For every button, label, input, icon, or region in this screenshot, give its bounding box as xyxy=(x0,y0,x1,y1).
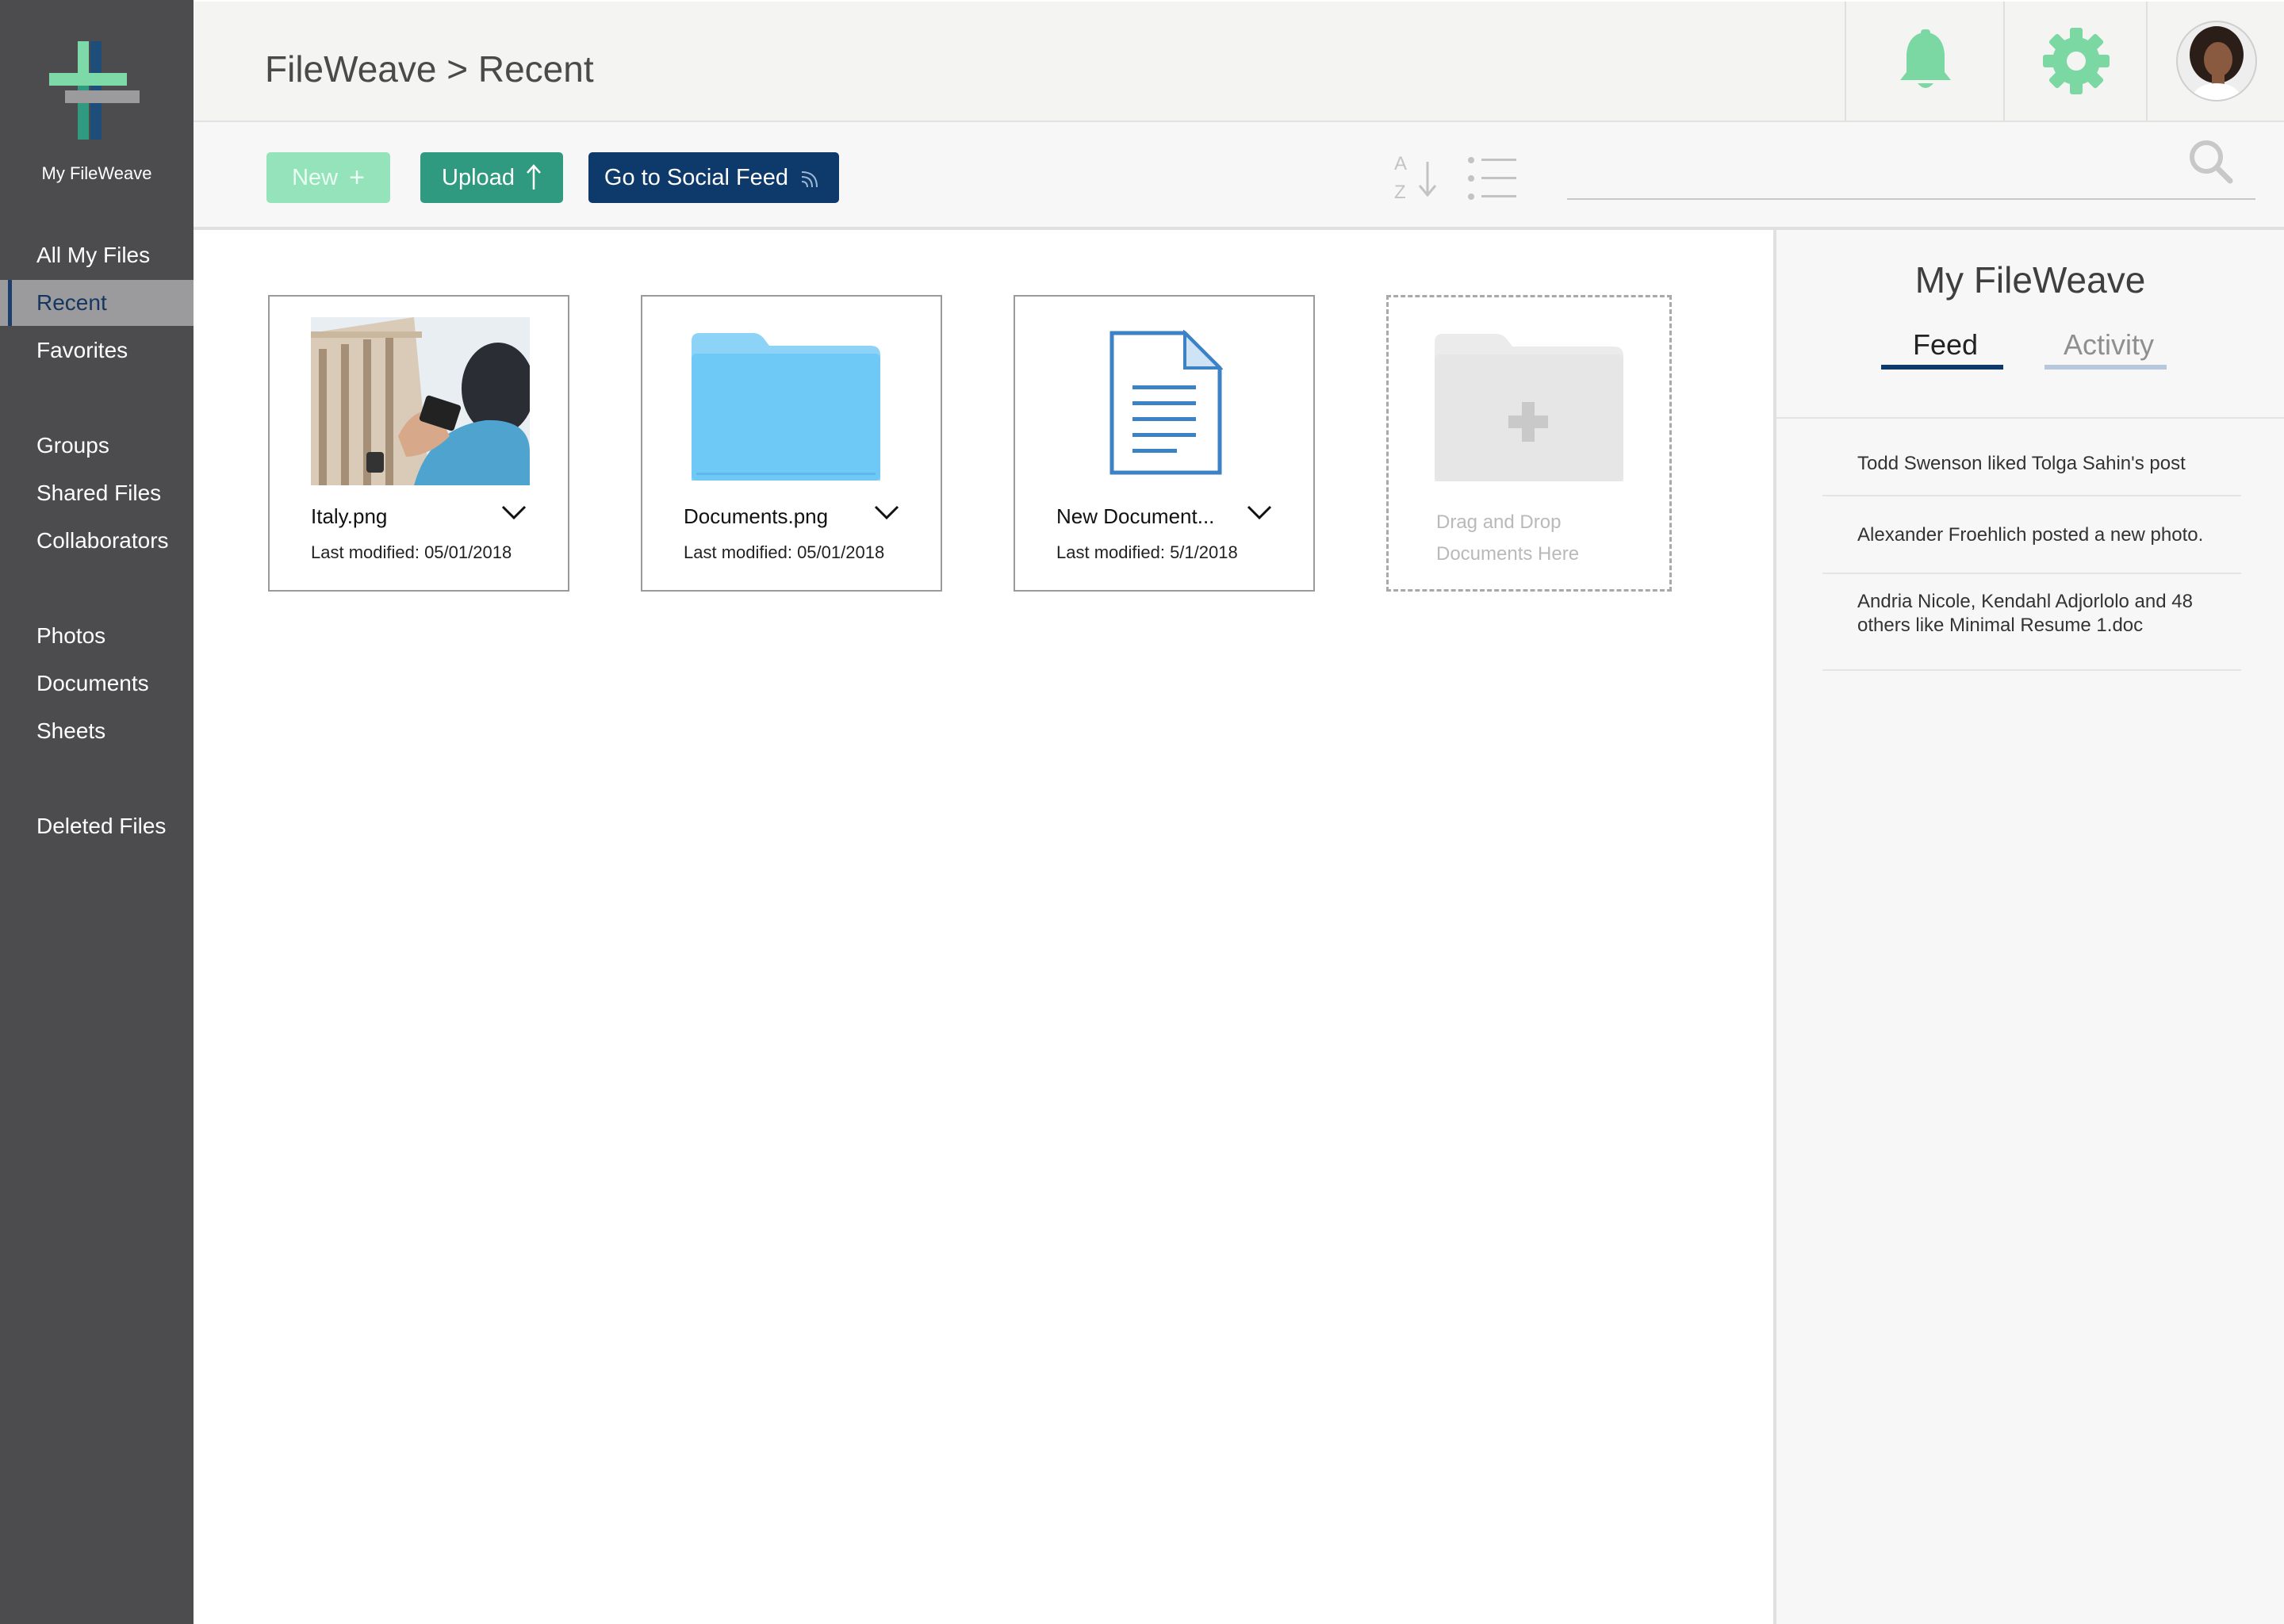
drop-zone-text: Drag and Drop Documents Here xyxy=(1436,507,1642,570)
notifications-button[interactable] xyxy=(1845,2,2005,121)
feed-item[interactable]: Todd Swenson liked Tolga Sahin's post xyxy=(1822,436,2241,496)
plus-icon: + xyxy=(349,163,365,193)
add-folder-icon xyxy=(1435,334,1623,481)
sidebar-item-sheets[interactable]: Sheets xyxy=(0,708,194,754)
sidebar-item-documents[interactable]: Documents xyxy=(0,661,194,707)
drop-zone-line-1: Drag and Drop xyxy=(1436,511,1562,533)
sidebar-item-shared-files[interactable]: Shared Files xyxy=(0,470,194,516)
file-name: Italy.png xyxy=(311,504,388,528)
social-feed-button-label: Go to Social Feed xyxy=(604,164,789,190)
sidebar-item-collaborators[interactable]: Collaborators xyxy=(0,518,194,564)
panel-divider xyxy=(1776,417,2284,419)
tab-feed-underline xyxy=(1881,365,2003,370)
tab-activity[interactable]: Activity xyxy=(2048,328,2170,362)
sidebar: My FileWeave All My Files Recent Favorit… xyxy=(0,0,194,1624)
drag-drop-zone[interactable]: Drag and Drop Documents Here xyxy=(1386,295,1672,592)
search-input[interactable] xyxy=(1567,198,2255,200)
list-view-icon[interactable] xyxy=(1467,155,1518,201)
rss-feed-icon xyxy=(802,171,818,188)
svg-text:A: A xyxy=(1394,153,1407,174)
chevron-down-icon[interactable] xyxy=(501,504,527,520)
photo-thumbnail xyxy=(311,317,530,485)
folder-icon xyxy=(692,333,880,481)
sidebar-item-groups[interactable]: Groups xyxy=(0,423,194,469)
sidebar-item-deleted-files[interactable]: Deleted Files xyxy=(0,803,194,849)
svg-text:Z: Z xyxy=(1394,182,1406,201)
profile-button[interactable] xyxy=(2146,2,2284,121)
sidebar-item-recent[interactable]: Recent xyxy=(0,280,194,326)
tab-activity-underline xyxy=(2044,365,2167,370)
sidebar-item-photos[interactable]: Photos xyxy=(0,613,194,659)
upload-button[interactable]: Upload xyxy=(420,152,563,203)
drop-zone-line-2: Documents Here xyxy=(1436,543,1580,565)
panel-title: My FileWeave xyxy=(1914,259,2146,301)
bell-icon xyxy=(1900,29,1951,88)
file-card-documents[interactable]: Documents.png Last modified: 05/01/2018 xyxy=(641,295,942,592)
fileweave-logo-icon[interactable] xyxy=(49,41,140,140)
search-icon[interactable] xyxy=(2187,138,2233,184)
sidebar-item-favorites[interactable]: Favorites xyxy=(0,327,194,373)
upload-button-label: Upload xyxy=(442,164,515,190)
file-last-modified: Last modified: 05/01/2018 xyxy=(684,542,885,562)
feed-item[interactable]: Alexander Froehlich posted a new photo. xyxy=(1822,496,2241,574)
settings-button[interactable] xyxy=(2003,2,2148,121)
go-to-social-feed-button[interactable]: Go to Social Feed xyxy=(588,152,839,203)
sort-alphabetical-icon[interactable]: A Z xyxy=(1393,151,1442,201)
document-icon xyxy=(1109,330,1223,475)
tab-feed[interactable]: Feed xyxy=(1884,328,2006,362)
feed-item[interactable]: Andria Nicole, Kendahl Adjorlolo and 48 … xyxy=(1822,574,2241,671)
file-name: New Document... xyxy=(1056,504,1215,528)
file-card-italy[interactable]: Italy.png Last modified: 05/01/2018 xyxy=(268,295,569,592)
chevron-down-icon[interactable] xyxy=(874,504,899,520)
upload-arrow-icon xyxy=(527,164,541,190)
new-button-label: New xyxy=(292,164,339,190)
file-last-modified: Last modified: 5/1/2018 xyxy=(1056,542,1238,562)
sidebar-item-all-my-files[interactable]: All My Files xyxy=(0,232,194,278)
file-last-modified: Last modified: 05/01/2018 xyxy=(311,542,512,562)
file-name: Documents.png xyxy=(684,504,829,528)
chevron-down-icon[interactable] xyxy=(1247,504,1272,520)
breadcrumb: FileWeave > Recent xyxy=(265,48,594,90)
header: FileWeave > Recent xyxy=(194,2,2284,122)
user-avatar xyxy=(2176,21,2257,102)
new-button[interactable]: New + xyxy=(266,152,390,203)
file-card-new-document[interactable]: New Document... Last modified: 5/1/2018 xyxy=(1014,295,1315,592)
gear-icon xyxy=(2043,28,2110,94)
activity-panel: My FileWeave Feed Activity Todd Swenson … xyxy=(1773,230,2284,1624)
logo-caption: My FileWeave xyxy=(41,163,152,183)
file-grid: Italy.png Last modified: 05/01/2018 Docu… xyxy=(194,230,1773,1624)
toolbar: New + Upload Go to Social Feed A Z xyxy=(194,122,2284,230)
